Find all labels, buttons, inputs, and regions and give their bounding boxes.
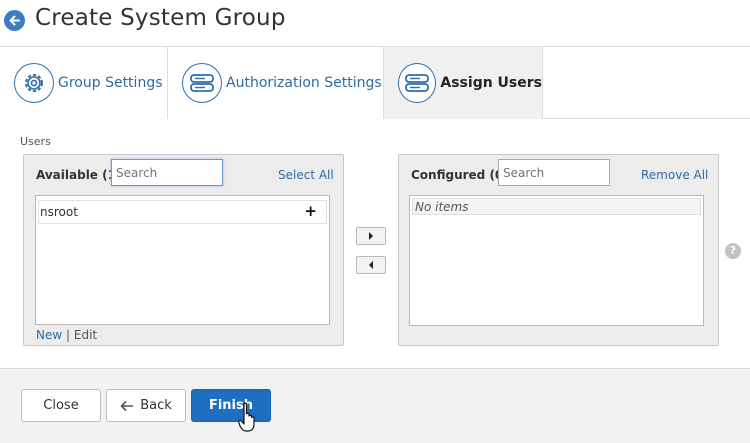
tab-group-settings[interactable]: Group Settings [0,47,168,119]
users-section-label: Users [20,135,51,148]
server-icon [398,63,437,103]
add-selected-button[interactable] [356,227,386,245]
configured-users-list: No items [409,195,704,326]
user-name: nsroot [40,205,78,219]
configured-search-input[interactable] [498,159,610,186]
back-button-label: Back [140,398,172,413]
tab-label: Group Settings [58,75,163,91]
available-title: Available (1) [36,168,122,182]
tab-authorization-settings[interactable]: Authorization Settings [168,47,384,119]
page-header: Create System Group [0,0,750,46]
tab-label: Assign Users [440,75,542,91]
close-button-label: Close [43,398,79,413]
gear-icon [14,63,54,103]
new-edit-links: New | Edit [36,328,97,342]
edit-link[interactable]: Edit [74,328,97,342]
add-icon[interactable]: + [304,202,317,220]
empty-list-message: No items [412,198,701,215]
chevron-right-icon [369,232,373,240]
close-button[interactable]: Close [21,389,101,422]
list-item[interactable]: nsroot + [38,200,327,224]
page-title: Create System Group [35,5,286,31]
remove-selected-button[interactable] [356,256,386,274]
arrow-left-icon [120,400,134,411]
tab-label: Authorization Settings [226,75,382,91]
available-users-panel: Available (1) Select All nsroot + New | … [23,154,344,346]
available-search-input[interactable] [111,159,223,186]
link-separator: | [66,328,71,342]
tab-assign-users[interactable]: Assign Users [384,47,543,119]
configured-title: Configured (0) [411,168,509,182]
hand-cursor-icon [238,402,255,432]
configured-users-panel: Configured (0) Remove All No items [398,154,719,346]
wizard-footer: Close Back Finish [0,368,750,443]
help-icon[interactable]: ? [725,243,741,259]
chevron-left-icon [369,261,373,269]
server-icon [182,63,222,103]
remove-all-link[interactable]: Remove All [641,168,708,182]
wizard-tabs: Group Settings Authorization Settings As… [0,46,750,119]
back-button[interactable]: Back [106,389,186,422]
available-users-list: nsroot + [35,195,330,325]
select-all-link[interactable]: Select All [278,168,334,182]
back-arrow-icon[interactable] [4,10,25,31]
new-link[interactable]: New [36,328,62,342]
